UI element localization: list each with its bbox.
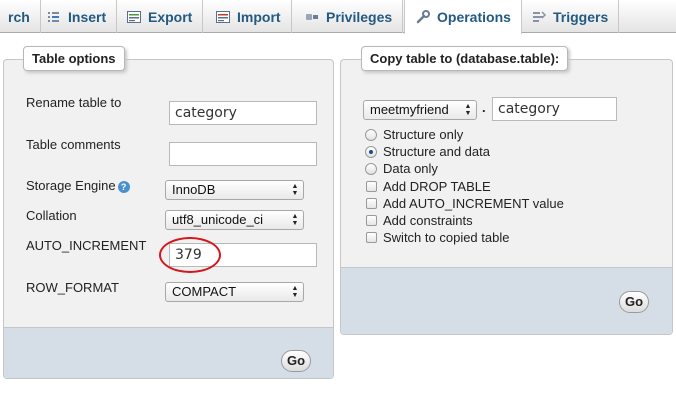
copy-table-name-input[interactable]: category xyxy=(492,97,617,121)
option-label: Add constraints xyxy=(383,213,473,228)
row-format-label: ROW_FORMAT xyxy=(26,280,119,295)
auto-increment-label: AUTO_INCREMENT xyxy=(26,238,147,253)
option-label: Data only xyxy=(383,161,438,176)
option-add-auto-increment[interactable]: Add AUTO_INCREMENT value xyxy=(366,196,564,211)
database-select[interactable]: meetmyfriend ▲ ▼ xyxy=(363,100,477,120)
rename-label: Rename table to xyxy=(26,95,122,110)
option-add-drop-table[interactable]: Add DROP TABLE xyxy=(366,179,491,194)
help-icon[interactable]: ? xyxy=(117,180,130,193)
checkbox[interactable] xyxy=(366,232,377,243)
rename-table-input[interactable]: category xyxy=(169,101,317,125)
tab-label: rch xyxy=(8,8,30,25)
storage-engine-value: InnoDB xyxy=(172,182,216,197)
tab-privileges[interactable]: Privileges xyxy=(294,0,404,33)
storage-engine-label-text: Storage Engine xyxy=(26,178,116,193)
select-arrows-icon: ▲ ▼ xyxy=(291,213,299,227)
tab-search[interactable]: rch xyxy=(0,0,41,33)
storage-engine-label: Storage Engine? xyxy=(26,178,130,193)
tab-insert[interactable]: Insert xyxy=(36,0,118,33)
radio-button[interactable] xyxy=(365,128,377,141)
highlight-circle xyxy=(159,237,221,273)
tab-bar: rch Insert Export Import Privileges Oper… xyxy=(0,0,676,34)
row-format-value: COMPACT xyxy=(172,284,237,299)
option-label: Add DROP TABLE xyxy=(383,179,491,194)
radio-button-selected[interactable] xyxy=(365,145,377,158)
select-arrows-icon: ▲ ▼ xyxy=(291,285,299,299)
import-icon xyxy=(216,10,230,23)
storage-engine-select[interactable]: InnoDB ▲ ▼ xyxy=(165,180,304,200)
comments-label: Table comments xyxy=(26,137,121,152)
table-options-go-button[interactable]: Go xyxy=(281,350,311,372)
insert-icon xyxy=(48,11,59,22)
database-table-separator: . xyxy=(482,100,486,115)
wrench-icon xyxy=(416,10,430,24)
export-icon xyxy=(127,10,141,23)
triggers-icon xyxy=(533,10,547,22)
collation-label: Collation xyxy=(26,208,77,223)
tab-triggers[interactable]: Triggers xyxy=(521,0,620,33)
tab-operations[interactable]: Operations xyxy=(404,0,522,34)
row-format-select[interactable]: COMPACT ▲ ▼ xyxy=(165,282,304,302)
checkbox[interactable] xyxy=(366,181,377,192)
option-switch-to-copied-table[interactable]: Switch to copied table xyxy=(366,230,509,245)
option-label: Switch to copied table xyxy=(383,230,510,245)
tab-import[interactable]: Import xyxy=(205,0,292,33)
checkbox[interactable] xyxy=(366,215,377,226)
database-value: meetmyfriend xyxy=(370,102,449,117)
copy-table-legend: Copy table to (database.table): xyxy=(361,46,569,71)
tab-label: Privileges xyxy=(326,8,393,25)
select-arrows-icon: ▲ ▼ xyxy=(291,183,299,197)
table-comments-input[interactable] xyxy=(169,142,317,166)
radio-button[interactable] xyxy=(365,162,377,175)
option-label: Add AUTO_INCREMENT value xyxy=(383,196,564,211)
option-label: Structure only xyxy=(383,127,464,142)
option-structure-only[interactable]: Structure only xyxy=(365,127,463,142)
collation-value: utf8_unicode_ci xyxy=(172,212,264,227)
table-options-legend: Table options xyxy=(23,46,125,71)
collation-select[interactable]: utf8_unicode_ci ▲ ▼ xyxy=(165,210,304,230)
tab-label: Import xyxy=(237,8,281,25)
option-label: Structure and data xyxy=(383,144,490,159)
privileges-icon xyxy=(306,13,318,20)
option-add-constraints[interactable]: Add constraints xyxy=(366,213,473,228)
option-data-only[interactable]: Data only xyxy=(365,161,438,176)
checkbox[interactable] xyxy=(366,198,377,209)
tab-label: Operations xyxy=(437,9,511,25)
copy-table-go-button[interactable]: Go xyxy=(619,291,649,313)
option-structure-and-data[interactable]: Structure and data xyxy=(365,144,490,159)
tab-label: Export xyxy=(148,8,193,25)
tab-export[interactable]: Export xyxy=(116,0,204,33)
tab-label: Insert xyxy=(68,8,107,25)
tab-label: Triggers xyxy=(553,8,609,25)
select-arrows-icon: ▲ ▼ xyxy=(464,103,472,117)
